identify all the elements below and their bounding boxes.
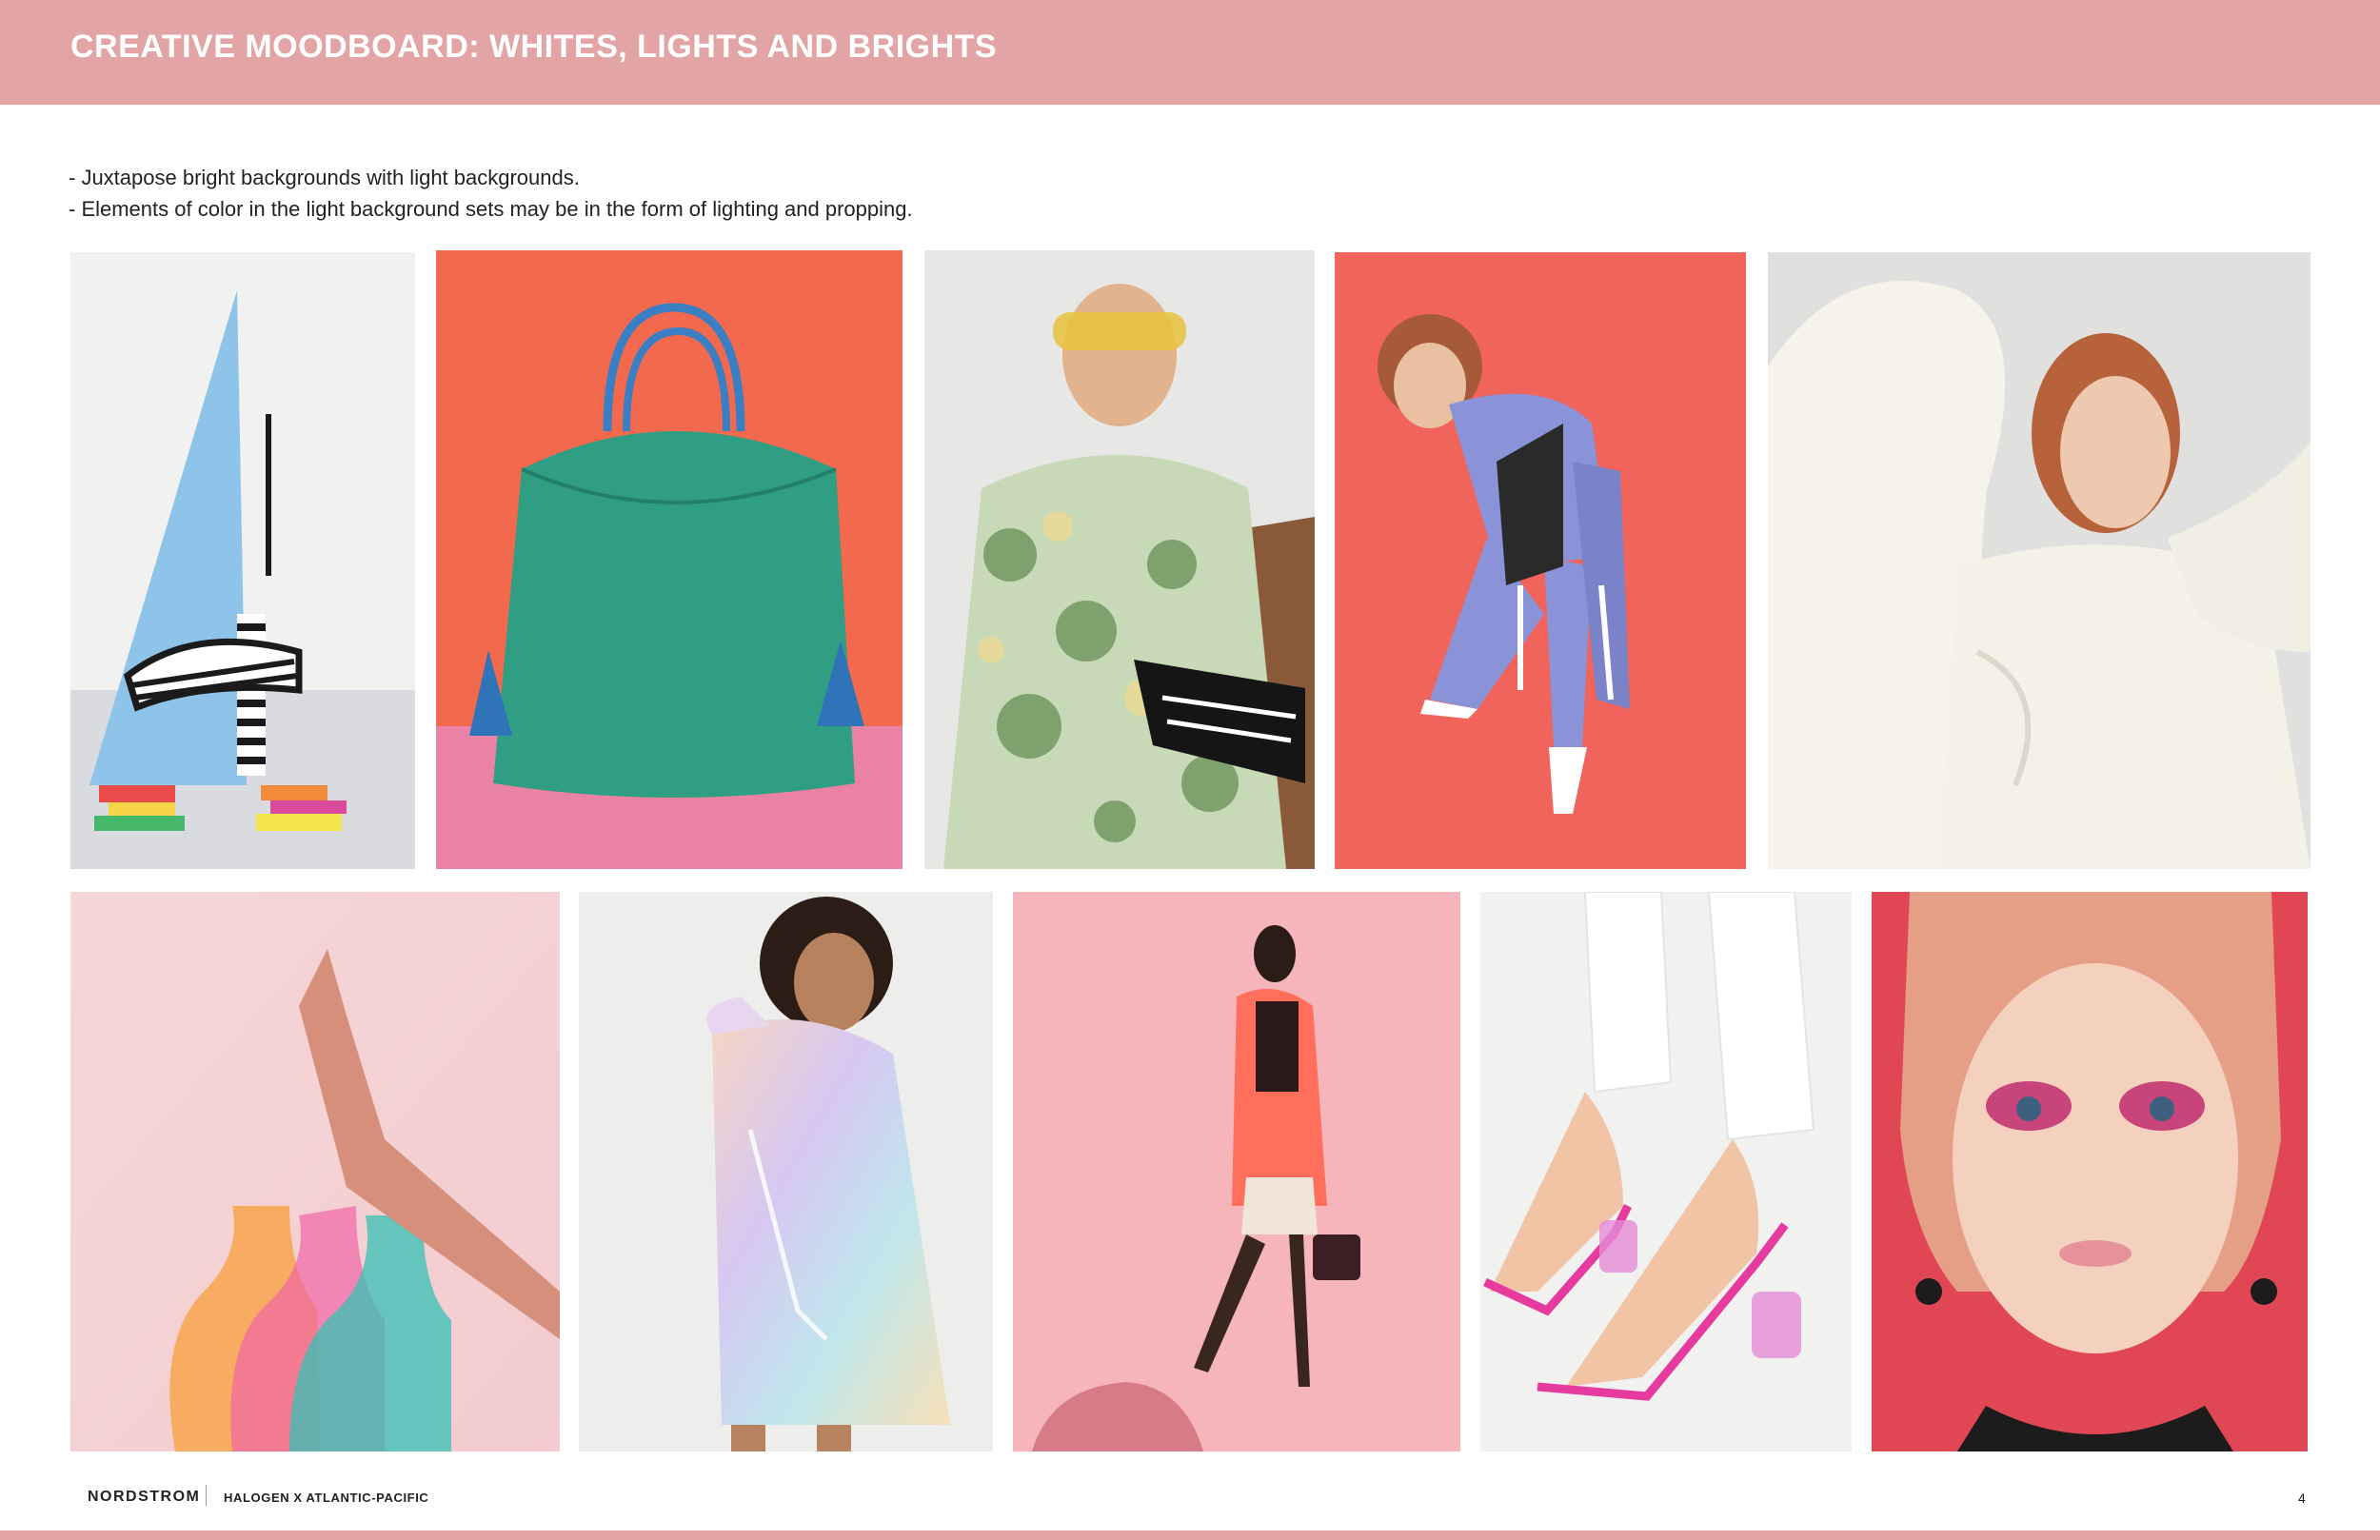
bottom-accent-bar [0,1530,2380,1540]
photo-coral-coat-model [1013,892,1460,1451]
photo-floral-jumpsuit-model [924,250,1315,869]
photo-pink-makeup-portrait [1872,892,2308,1451]
intro-line: - Juxtapose bright backgrounds with ligh… [69,166,580,189]
photo-rainbow-shadow-hand [70,892,560,1451]
footer-brand: NORDSTROM [88,1489,201,1505]
page-title: CREATIVE MOODBOARD: WHITES, LIGHTS AND B… [70,29,998,65]
photo-green-leather-bag [436,250,902,869]
photo-white-blouse-model [1768,252,2311,869]
photo-pink-clear-sandals [1480,892,1852,1451]
footer-divider [206,1485,207,1506]
footer-collection: HALOGEN X ATLANTIC-PACIFIC [224,1491,429,1505]
photo-striped-platform-sandal [70,252,415,869]
intro-line: - Elements of color in the light backgro… [69,197,913,221]
page-header: CREATIVE MOODBOARD: WHITES, LIGHTS AND B… [0,0,2380,105]
intro-notes: - Juxtapose bright backgrounds with ligh… [69,162,913,225]
photo-iridescent-raincoat-model [579,892,993,1451]
page-number: 4 [2298,1491,2306,1506]
photo-lavender-suit-chair-model [1335,252,1746,869]
